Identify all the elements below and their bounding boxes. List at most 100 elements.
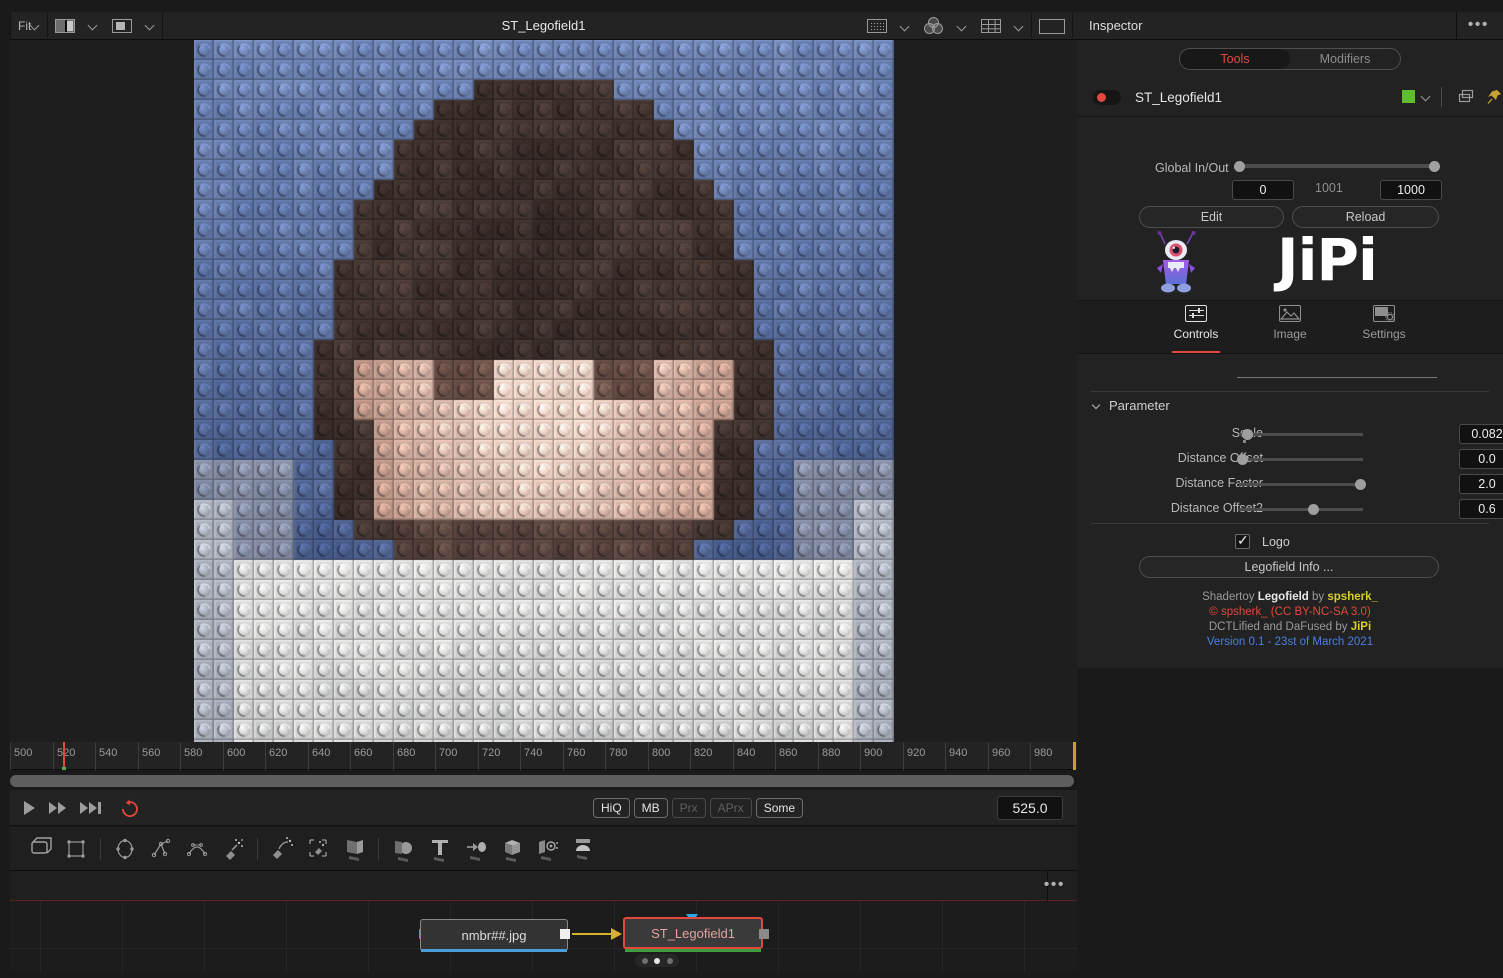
ruler-tick-label: 640 [312, 747, 331, 759]
tab-settings[interactable]: Settings [1348, 301, 1420, 353]
segment-modifiers[interactable]: Modifiers [1290, 49, 1400, 69]
text3d-button[interactable] [421, 827, 457, 871]
parameter-slider-handle[interactable] [1241, 429, 1253, 440]
more-options-icon[interactable]: ••• [1468, 17, 1489, 33]
polygon-mask-button[interactable] [143, 827, 179, 871]
cube3d-button[interactable] [493, 827, 529, 871]
split-view-button[interactable] [48, 12, 82, 40]
parameter-row: Distance Offset 0.0 [1077, 447, 1503, 472]
timeline-scrollbar-thumb[interactable] [10, 775, 1074, 787]
parameter-group-header[interactable]: Parameter [1093, 398, 1170, 413]
skip-to-end-button[interactable] [80, 801, 101, 814]
viewer-image-area[interactable] [10, 40, 1077, 742]
global-in-field[interactable]: 0 [1232, 180, 1294, 200]
parameter-value-field[interactable]: 0.0 [1459, 449, 1503, 469]
logo-checkbox[interactable] [1235, 532, 1250, 549]
node-color-swatch[interactable] [1402, 90, 1415, 103]
parameter-value-field[interactable]: 0.6 [1459, 499, 1503, 519]
quality-button-mb[interactable]: MB [633, 798, 668, 818]
region-of-interest-button[interactable] [860, 12, 894, 40]
inset-view-button[interactable] [105, 12, 139, 40]
parameter-slider-track[interactable] [1239, 433, 1363, 436]
timeline-ruler[interactable]: 500 520 540 560 580 600 620 640 660 680 700 720 740 7… [10, 742, 1077, 770]
shape3d-button[interactable] [385, 827, 421, 871]
color-dropdown[interactable] [951, 12, 974, 40]
paint-select-button[interactable] [300, 827, 336, 871]
alien-mascot-icon [1157, 231, 1196, 293]
transform-tool-button[interactable] [22, 827, 58, 871]
global-out-handle[interactable] [1429, 161, 1440, 172]
credit-shader-name: Legofield [1257, 591, 1309, 603]
global-in-handle[interactable] [1234, 161, 1245, 172]
split-view-dropdown[interactable] [82, 12, 105, 40]
shape3d-icon [395, 840, 412, 862]
loop-button[interactable] [119, 798, 141, 818]
global-in-out-slider[interactable] [1237, 164, 1437, 168]
quality-button-prx[interactable]: Prx [671, 798, 706, 818]
ellipse-mask-button[interactable] [107, 827, 143, 871]
quality-button-hiq[interactable]: HiQ [593, 798, 630, 818]
parameter-value-field[interactable]: 2.0 [1459, 474, 1503, 494]
inset-view-dropdown[interactable] [139, 12, 162, 40]
play-button[interactable] [24, 800, 35, 815]
camera3d-button[interactable] [529, 827, 565, 871]
merge3d-icon [347, 839, 363, 861]
parameter-value-field[interactable]: 0.082 [1459, 424, 1503, 444]
parameter-slider-track[interactable] [1239, 508, 1363, 511]
ruler-tick-label: 760 [567, 747, 586, 759]
chevron-down-icon[interactable] [1422, 92, 1431, 101]
legofield-info-button[interactable]: Legofield Info ... [1139, 556, 1439, 578]
credit-prefix: Shadertoy [1202, 591, 1258, 603]
quality-button-some[interactable]: Some [755, 798, 804, 818]
paint-tool-button[interactable] [215, 827, 251, 871]
fast-forward-button[interactable] [49, 801, 66, 814]
merge3d-button[interactable] [336, 827, 372, 871]
logo-checkbox-row[interactable]: Logo [1235, 532, 1290, 549]
global-out-field[interactable]: 1000 [1380, 180, 1442, 200]
frame-aspect-button[interactable] [1032, 12, 1072, 40]
parameter-slider-track[interactable] [1239, 458, 1363, 461]
timeline-playhead[interactable] [63, 742, 65, 768]
node-graph-options-icon[interactable]: ••• [1044, 877, 1065, 893]
ruler-tick-label: 620 [269, 747, 288, 759]
paint-stroke-button[interactable] [264, 827, 300, 871]
ruler-tick-label: 560 [142, 747, 161, 759]
current-frame-field[interactable]: 525.0 [997, 796, 1063, 820]
source-output-connector[interactable] [560, 929, 570, 939]
reload-button[interactable]: Reload [1292, 206, 1439, 228]
grid-line [368, 901, 369, 972]
tab-controls[interactable]: Controls [1160, 301, 1232, 353]
rectangle-mask-button[interactable] [58, 827, 94, 871]
ruler-tick-label: 940 [949, 747, 968, 759]
parameter-slider-track[interactable] [1239, 483, 1363, 486]
node-source[interactable]: nmbr##.jpg [420, 919, 568, 951]
inspector-node-row: ST_Legofield1 [1077, 80, 1503, 114]
grid-dropdown[interactable] [1008, 12, 1031, 40]
parameter-slider-handle[interactable] [1307, 504, 1319, 515]
node-target-dot-badge[interactable] [635, 954, 679, 967]
node-target[interactable]: ST_Legofield1 [623, 917, 763, 949]
tab-image[interactable]: Image [1254, 301, 1326, 353]
parameter-slider-handle[interactable] [1237, 454, 1248, 465]
node-enable-toggle[interactable] [1093, 89, 1121, 105]
target-output-connector[interactable] [759, 929, 769, 939]
frame-aspect-icon [1039, 18, 1065, 34]
grid-overlay-button[interactable] [974, 12, 1008, 40]
duplicate-icon[interactable] [1458, 89, 1475, 105]
edit-button[interactable]: Edit [1139, 206, 1284, 228]
renderer3d-button[interactable] [565, 827, 601, 871]
segment-tools[interactable]: Tools [1180, 49, 1290, 69]
timeline-scrollbar-track[interactable] [10, 775, 1077, 787]
quality-button-aprx[interactable]: APrx [709, 798, 752, 818]
transport-bar: HiQ MB Prx APrx Some 525.0 [10, 790, 1077, 826]
fit-zoom-dropdown[interactable]: Fit [11, 12, 47, 40]
node-graph-canvas[interactable]: nmbr##.jpg ST_Legofield1 [10, 901, 1077, 972]
ruler-tick-label: 860 [779, 747, 798, 759]
toolbar-divider [162, 11, 164, 40]
pin-icon[interactable] [1486, 89, 1503, 105]
parameter-slider-handle[interactable] [1355, 479, 1366, 490]
roi-dropdown[interactable] [894, 12, 917, 40]
color-channels-button[interactable] [917, 12, 951, 40]
replicate3d-button[interactable] [457, 827, 493, 871]
bspline-mask-button[interactable] [179, 827, 215, 871]
